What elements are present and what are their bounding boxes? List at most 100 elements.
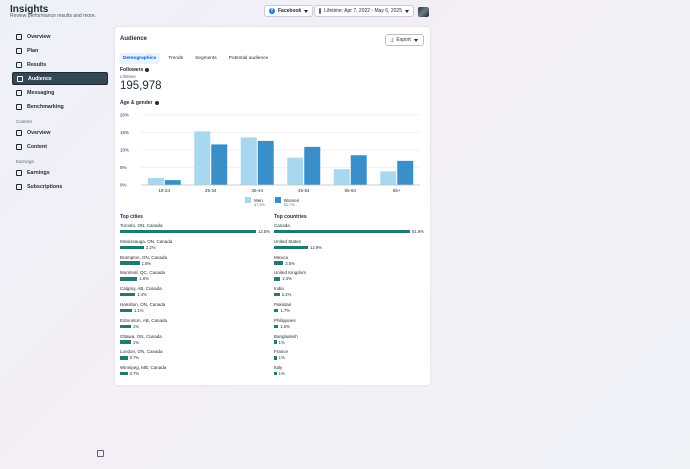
list-item: Mexico 3.5% xyxy=(274,255,424,271)
list-item-bar xyxy=(120,340,131,344)
bar-women-45-54[interactable] xyxy=(304,146,321,185)
sidebar-item-label: Overview xyxy=(27,129,51,136)
sidebar-item-overview[interactable]: Overview xyxy=(12,30,108,43)
list-item-label: Hamilton, ON, Canada xyxy=(120,301,166,307)
legend-item-men[interactable]: Men 47.3% xyxy=(245,197,265,207)
bar-wrap: 51.6% xyxy=(274,229,424,234)
bar-women-55-64[interactable] xyxy=(350,155,367,185)
sidebar-item-messaging[interactable]: Messaging xyxy=(12,86,108,99)
list-item-label: Mexico xyxy=(274,254,289,260)
list-item-label: Brampton, ON, Canada xyxy=(120,254,168,260)
list-item-value: 51.6% xyxy=(412,229,424,234)
list-item-value: 2.2% xyxy=(281,292,292,298)
sidebar-section-content: Content xyxy=(16,118,32,124)
bar-wrap: 1.4% xyxy=(120,292,270,297)
list-item-label: Edmonton, AB, Canada xyxy=(120,317,168,323)
x-tick-label: 35-44 xyxy=(251,188,263,193)
tab-demographics[interactable]: Demographics xyxy=(119,53,161,64)
messaging-icon xyxy=(16,89,22,96)
bar-men-35-44[interactable] xyxy=(240,137,257,185)
list-item-label: Canada xyxy=(274,223,290,228)
list-item-bar xyxy=(120,292,136,297)
list-item: London, ON, Canada 0.7% xyxy=(120,349,270,365)
info-icon[interactable] xyxy=(154,101,159,105)
sidebar-item-subscriptions[interactable]: Subscriptions xyxy=(12,180,108,193)
list-item-bar xyxy=(120,229,256,234)
list-item-label: France xyxy=(274,349,289,355)
sidebar-item-label: Messaging xyxy=(27,89,55,96)
list-item-bar xyxy=(120,324,131,329)
list-item: Hamilton, ON, Canada 1.1% xyxy=(120,302,270,318)
top-cities-list: Toronto, ON, Canada 12.5% Mississauga, ON,… xyxy=(120,223,270,381)
bar-wrap: 1% xyxy=(274,371,424,376)
sidebar-item-results[interactable]: Results xyxy=(12,58,108,71)
list-item: Winnipeg, MB, Canada 0.7% xyxy=(120,365,270,381)
list-item-label: Ottawa, ON, Canada xyxy=(120,333,162,339)
list-item-value: 2.2% xyxy=(145,244,156,250)
sidebar-item-plan[interactable]: Plan xyxy=(12,44,108,57)
tab-segments[interactable]: Segments xyxy=(191,53,221,64)
y-tick-label: 0% xyxy=(120,183,127,188)
sidebar-section-earnings: Earnings xyxy=(16,158,34,164)
list-item-label: London, ON, Canada xyxy=(120,349,163,355)
date-range-selector[interactable]: Lifetime: Apr 7, 2022 - May 6, 2025 xyxy=(314,5,414,17)
sidebar: Overview Plan Results Audience Messaging Benc… xyxy=(12,30,108,194)
sidebar-item-audience[interactable]: Audience xyxy=(12,72,108,85)
sidebar-item-label: Audience xyxy=(28,75,52,82)
list-item-bar xyxy=(274,371,277,376)
list-item: France 1% xyxy=(274,349,424,365)
list-item-bar xyxy=(120,356,128,360)
bar-women-65+[interactable] xyxy=(397,160,414,185)
bar-men-25-34[interactable] xyxy=(194,131,211,185)
account-selector[interactable]: f Facebook xyxy=(264,5,314,17)
list-item-value: 1.6% xyxy=(139,276,149,282)
card-title: Audience xyxy=(120,36,148,42)
legend-item-women[interactable]: Women 52.7% xyxy=(274,197,299,207)
x-tick-label: 45-54 xyxy=(298,188,310,193)
bar-men-65+[interactable] xyxy=(380,171,397,185)
bar-women-18-24[interactable] xyxy=(164,180,181,185)
y-tick-label: 10% xyxy=(120,148,129,153)
sidebar-item-content[interactable]: Content xyxy=(12,140,108,153)
age-gender-label: Age & gender xyxy=(120,100,153,106)
bar-men-18-24[interactable] xyxy=(147,178,164,185)
sidebar-item-overview[interactable]: Overview xyxy=(12,126,108,139)
results-icon xyxy=(16,61,22,68)
legend-percent: 52.7% xyxy=(283,203,295,207)
collapse-sidebar-icon[interactable] xyxy=(97,450,104,457)
date-range-label: Lifetime: Apr 7, 2022 - May 6, 2025 xyxy=(324,8,402,14)
legend-label: Men xyxy=(254,197,263,203)
bar-wrap: 0.7% xyxy=(120,355,270,360)
sidebar-item-label: Benchmarking xyxy=(27,103,64,110)
list-item-label: Italy xyxy=(274,365,283,371)
list-item-bar xyxy=(120,245,144,250)
bar-wrap: 0.7% xyxy=(120,371,270,376)
avatar[interactable] xyxy=(418,7,429,17)
bar-women-35-44[interactable] xyxy=(257,140,274,185)
sidebar-item-benchmarking[interactable]: Benchmarking xyxy=(12,100,108,113)
list-item: Calgary, AB, Canada 1.4% xyxy=(120,286,270,302)
list-item-label: India xyxy=(274,286,284,292)
top-countries-list: Canada 51.6% United States 12.9% Mexico 3.5% U… xyxy=(274,223,424,381)
bar-men-55-64[interactable] xyxy=(333,169,350,185)
list-item-label: Bangladesh xyxy=(274,333,298,339)
sidebar-item-earnings[interactable]: Earnings xyxy=(12,166,108,179)
list-item-value: 1.7% xyxy=(280,307,291,313)
export-button[interactable]: ⤓ Export xyxy=(385,34,424,46)
y-tick-label: 15% xyxy=(120,130,129,135)
list-item: Mississauga, ON, Canada 2.2% xyxy=(120,239,270,255)
list-item-value: 3.5% xyxy=(285,260,295,266)
followers-count: 195,978 xyxy=(120,80,162,92)
info-icon[interactable] xyxy=(145,68,150,72)
list-item-label: Montreal, QC, Canada xyxy=(120,270,166,276)
bar-wrap: 12.9% xyxy=(274,245,424,250)
tab-potential-audience[interactable]: Potential audience xyxy=(225,53,272,64)
bar-women-25-34[interactable] xyxy=(211,144,228,185)
benchmarking-icon xyxy=(16,103,22,110)
chevron-down-icon xyxy=(405,9,409,13)
list-item: Edmonton, AB, Canada 1% xyxy=(120,318,270,334)
list-item: Italy 1% xyxy=(274,365,424,381)
bar-men-45-54[interactable] xyxy=(287,157,304,185)
list-item-label: Pakistan xyxy=(274,301,292,307)
tab-trends[interactable]: Trends xyxy=(164,53,187,64)
